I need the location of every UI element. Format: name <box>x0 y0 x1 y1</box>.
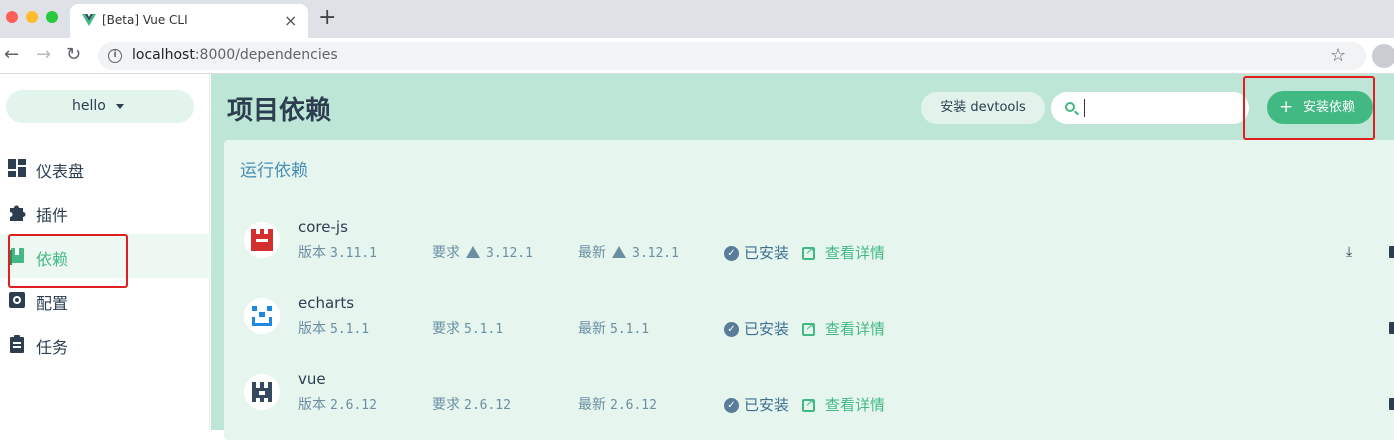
warning-icon <box>612 246 626 258</box>
new-tab-icon[interactable]: + <box>318 7 336 29</box>
close-window-button[interactable] <box>6 11 18 23</box>
project-selector[interactable]: hello <box>6 90 194 123</box>
external-link-icon <box>802 244 815 260</box>
address-bar: ← → ↻ i localhost:8000/dependencies ☆ <box>0 38 1394 74</box>
back-icon[interactable]: ← <box>4 45 19 65</box>
highlight-box-dependencies <box>8 234 128 288</box>
sidebar-item-tasks[interactable]: 任务 <box>0 322 210 366</box>
check-circle-icon: ✓ <box>724 322 739 337</box>
sidebar-item-dashboard[interactable]: 仪表盘 <box>0 146 210 190</box>
section-title: 运行依赖 <box>240 161 308 181</box>
sidebar-item-label: 配置 <box>36 294 69 313</box>
check-circle-icon: ✓ <box>724 398 739 413</box>
profile-avatar[interactable] <box>1372 44 1394 68</box>
dependency-wanted: 要求 5.1.1 <box>432 321 504 337</box>
dependency-row-echarts[interactable]: echarts 版本5.1.1 要求5.1.1 最新5.1.1 ✓已安装 查看详… <box>224 286 1394 362</box>
reload-icon[interactable]: ↻ <box>66 45 81 65</box>
dependency-name: core-js <box>298 218 348 236</box>
omnibox[interactable]: i localhost:8000/dependencies ☆ <box>98 42 1366 70</box>
text-caret <box>1084 99 1085 117</box>
dependency-latest: 最新 2.6.12 <box>578 397 657 413</box>
search-icon <box>1065 102 1075 112</box>
search-input[interactable] <box>1051 92 1249 124</box>
echarts-logo-icon <box>244 298 280 334</box>
dependency-version: 版本 5.1.1 <box>298 321 370 337</box>
dependency-wanted: 要求 3.12.1 <box>432 245 533 261</box>
chevron-down-icon <box>116 104 124 109</box>
maximize-window-button[interactable] <box>46 11 58 23</box>
dependency-version: 版本 2.6.12 <box>298 397 377 413</box>
sidebar-item-label: 仪表盘 <box>36 162 85 181</box>
url-text[interactable]: localhost:8000/dependencies <box>132 47 338 63</box>
external-link-icon <box>802 320 815 336</box>
vue-package-logo-icon <box>244 374 280 410</box>
vue-logo-icon <box>82 14 96 26</box>
dependency-latest: 最新 3.12.1 <box>578 245 679 261</box>
forward-icon[interactable]: → <box>36 45 51 65</box>
main-content: 项目依赖 安装 devtools + 安装依赖 运行依赖 core-js 版本 3… <box>211 74 1394 440</box>
highlight-box-install <box>1243 76 1375 140</box>
gear-icon <box>9 292 25 308</box>
dependency-row-vue[interactable]: vue 版本2.6.12 要求2.6.12 最新2.6.12 ✓已安装 查看详情 <box>224 362 1394 438</box>
minimize-window-button[interactable] <box>26 11 38 23</box>
installed-status: ✓ 已安装 <box>724 318 789 339</box>
installed-status: ✓ 已安装 <box>724 394 789 415</box>
tab-title: [Beta] Vue CLI <box>102 13 188 27</box>
info-icon[interactable]: i <box>108 49 122 63</box>
dependency-wanted: 要求 2.6.12 <box>432 397 511 413</box>
core-js-logo-icon <box>244 222 280 258</box>
dependency-version: 版本 3.11.1 <box>298 245 377 261</box>
install-devtools-button[interactable]: 安装 devtools <box>921 92 1045 124</box>
delete-icon[interactable] <box>1389 246 1394 258</box>
tab-close-icon[interactable]: × <box>284 11 297 30</box>
warning-icon <box>466 246 480 258</box>
clipboard-icon <box>10 335 24 353</box>
check-circle-icon: ✓ <box>724 246 739 261</box>
installed-status: ✓ 已安装 <box>724 242 789 263</box>
dependencies-panel: 运行依赖 core-js 版本 3.11.1 要求 3.12.1 最新 3.12.1 … <box>224 140 1394 440</box>
dashboard-icon <box>8 159 26 177</box>
sidebar-item-label: 插件 <box>36 206 69 225</box>
dependency-name: echarts <box>298 294 355 312</box>
bookmark-star-icon[interactable]: ☆ <box>1330 45 1346 66</box>
browser-tab[interactable]: [Beta] Vue CLI × <box>70 4 308 38</box>
project-name: hello <box>72 98 106 114</box>
external-link-icon <box>802 396 815 412</box>
dependency-latest: 最新 5.1.1 <box>578 321 650 337</box>
page-title: 项目依赖 <box>227 96 332 126</box>
sidebar-item-label: 任务 <box>36 338 69 357</box>
update-download-icon[interactable]: ⤓ <box>1346 244 1352 260</box>
view-details-link[interactable]: 查看详情 <box>802 394 885 415</box>
delete-icon[interactable] <box>1389 322 1394 334</box>
sidebar-item-plugins[interactable]: 插件 <box>0 190 210 234</box>
dependency-row-core-js[interactable]: core-js 版本 3.11.1 要求 3.12.1 最新 3.12.1 ✓ 已安装 … <box>224 210 1394 286</box>
browser-tab-bar: [Beta] Vue CLI × + <box>0 0 1394 38</box>
view-details-link[interactable]: 查看详情 <box>802 242 885 263</box>
dependency-name: vue <box>298 370 326 388</box>
view-details-link[interactable]: 查看详情 <box>802 318 885 339</box>
delete-icon[interactable] <box>1389 398 1394 410</box>
puzzle-icon <box>10 205 26 221</box>
